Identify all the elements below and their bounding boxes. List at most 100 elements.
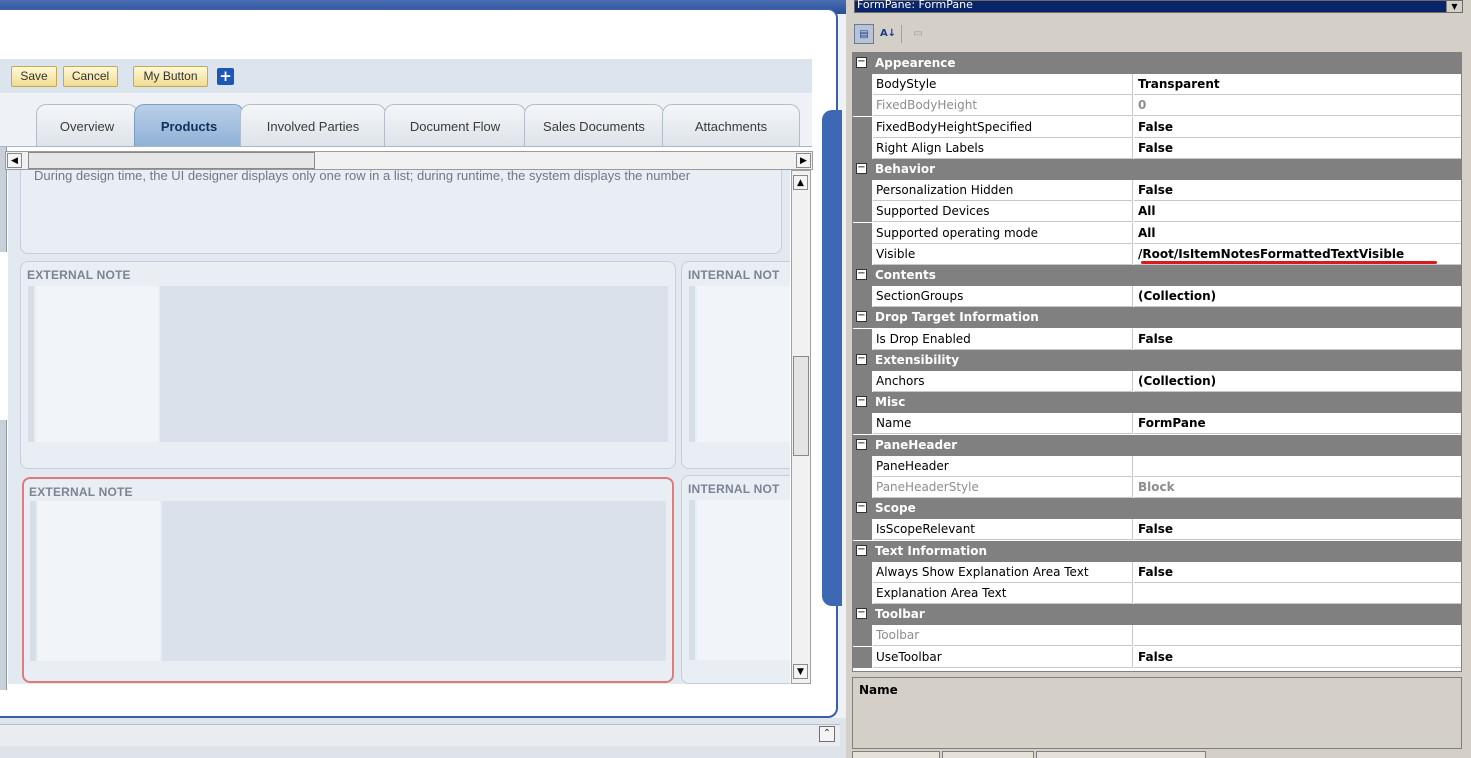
property-row[interactable]: Supported operating mode All — [853, 222, 1461, 244]
dropdown-arrow-icon[interactable]: ▼ — [1446, 1, 1462, 12]
external-note-panel-selected[interactable]: EXTERNAL NOTE — [22, 477, 674, 683]
property-row[interactable]: BodyStyle Transparent — [853, 74, 1461, 96]
property-name[interactable]: Supported Devices — [873, 201, 1133, 223]
external-note-editor[interactable] — [160, 286, 668, 442]
property-row[interactable]: SectionGroups (Collection) — [853, 286, 1461, 308]
property-row[interactable]: FixedBodyHeight 0 — [853, 95, 1461, 117]
collapse-icon[interactable]: − — [856, 311, 867, 323]
property-name[interactable]: Right Align Labels — [873, 137, 1133, 159]
collapse-up-icon[interactable]: ⌃ — [819, 726, 835, 742]
property-value[interactable] — [1134, 456, 1461, 477]
tab-involved-parties[interactable]: Involved Parties — [240, 104, 386, 147]
category-row[interactable]: − Toolbar — [853, 604, 1461, 626]
property-row[interactable]: IsScopeRelevant False — [853, 519, 1461, 541]
category-row[interactable]: − Behavior — [853, 159, 1461, 180]
property-name[interactable]: Supported operating mode — [873, 222, 1133, 244]
property-name[interactable]: Visible — [873, 243, 1133, 265]
property-value[interactable]: Block — [1134, 477, 1461, 498]
collapse-icon[interactable]: − — [856, 163, 867, 174]
property-value[interactable]: Transparent — [1134, 74, 1461, 96]
property-row[interactable]: Is Drop Enabled False — [853, 328, 1461, 350]
save-button[interactable]: Save — [11, 66, 57, 87]
bottom-tab[interactable] — [852, 751, 940, 758]
property-pages-icon[interactable]: ▭ — [908, 24, 928, 44]
property-name[interactable]: FixedBodyHeight — [873, 95, 1133, 117]
internal-note-editor[interactable] — [697, 286, 790, 442]
property-row[interactable]: PaneHeaderStyle Block — [853, 477, 1461, 498]
horizontal-scroll-thumb[interactable] — [28, 152, 315, 169]
property-value[interactable]: False — [1134, 329, 1461, 350]
property-name[interactable]: Is Drop Enabled — [873, 328, 1133, 350]
plus-icon[interactable]: + — [217, 68, 234, 85]
property-row[interactable]: Personalization Hidden False — [853, 180, 1461, 202]
cancel-button[interactable]: Cancel — [63, 66, 118, 87]
property-name[interactable]: Always Show Explanation Area Text — [873, 561, 1133, 583]
property-value[interactable] — [1134, 625, 1461, 647]
collapse-icon[interactable]: − — [856, 608, 867, 620]
categorized-icon[interactable]: ▤ — [854, 24, 874, 44]
bottom-tab[interactable] — [942, 751, 1034, 758]
tab-document-flow[interactable]: Document Flow — [384, 104, 526, 147]
property-value[interactable]: False — [1134, 117, 1461, 138]
property-value[interactable]: FormPane — [1134, 413, 1461, 435]
scroll-left-icon[interactable]: ◀ — [7, 153, 22, 168]
property-row[interactable]: Toolbar — [853, 625, 1461, 647]
property-row[interactable]: Right Align Labels False — [853, 137, 1461, 159]
collapse-icon[interactable]: − — [856, 353, 867, 365]
object-selector[interactable]: FormPane: FormPane ▼ — [854, 0, 1463, 13]
bottom-tab[interactable] — [1036, 751, 1206, 758]
collapse-icon[interactable]: − — [856, 57, 867, 68]
property-row[interactable]: Explanation Area Text — [853, 583, 1461, 604]
property-value[interactable]: 0 — [1134, 95, 1461, 117]
internal-note-panel[interactable]: INTERNAL NOT — [681, 475, 790, 684]
property-row[interactable]: PaneHeader — [853, 455, 1461, 477]
vertical-scroll-thumb[interactable] — [793, 356, 809, 456]
property-row[interactable]: FixedBodyHeightSpecified False — [853, 116, 1461, 138]
category-row[interactable]: − Contents — [853, 265, 1461, 286]
scroll-right-icon[interactable]: ▶ — [796, 153, 811, 168]
external-note-panel[interactable]: EXTERNAL NOTE — [20, 261, 676, 469]
category-row[interactable]: − PaneHeader — [853, 434, 1461, 456]
category-row[interactable]: − Appearence — [853, 53, 1461, 74]
tab-overview[interactable]: Overview — [36, 104, 138, 147]
property-name[interactable]: FixedBodyHeightSpecified — [873, 116, 1133, 138]
property-value[interactable]: False — [1134, 647, 1461, 668]
property-name[interactable]: IsScopeRelevant — [873, 519, 1133, 541]
my-button[interactable]: My Button — [133, 66, 208, 87]
property-value[interactable]: (Collection) — [1134, 286, 1461, 308]
category-row[interactable]: − Extensibility — [853, 349, 1461, 371]
internal-note-panel[interactable]: INTERNAL NOT — [681, 261, 790, 469]
property-name[interactable]: BodyStyle — [873, 74, 1133, 96]
property-name[interactable]: PaneHeader — [873, 455, 1133, 477]
category-row[interactable]: − Drop Target Information — [853, 307, 1461, 329]
collapse-icon[interactable]: − — [856, 396, 867, 408]
property-name[interactable]: PaneHeaderStyle — [873, 477, 1133, 498]
property-value[interactable]: False — [1134, 138, 1461, 159]
internal-note-editor[interactable] — [697, 500, 790, 660]
property-name[interactable]: Personalization Hidden — [873, 180, 1133, 202]
property-value[interactable] — [1134, 583, 1461, 604]
property-row[interactable]: UseToolbar False — [853, 646, 1461, 668]
collapse-icon[interactable]: − — [856, 544, 867, 556]
property-value[interactable]: False — [1134, 180, 1461, 202]
scroll-up-icon[interactable]: ▲ — [793, 175, 808, 190]
category-row[interactable]: − Scope — [853, 498, 1461, 520]
property-value[interactable]: False — [1134, 562, 1461, 583]
property-value[interactable]: All — [1134, 201, 1461, 223]
property-value[interactable]: All — [1134, 223, 1461, 244]
collapse-icon[interactable]: − — [856, 502, 867, 514]
tab-products[interactable]: Products — [134, 104, 244, 147]
property-value[interactable]: False — [1134, 519, 1461, 541]
property-row[interactable]: Always Show Explanation Area Text False — [853, 561, 1461, 583]
tab-attachments[interactable]: Attachments — [662, 104, 800, 147]
property-name[interactable]: Name — [873, 413, 1133, 435]
property-name[interactable]: Explanation Area Text — [873, 583, 1133, 604]
property-name[interactable]: Anchors — [873, 371, 1133, 392]
external-note-editor[interactable] — [162, 501, 666, 661]
property-name[interactable]: Toolbar — [873, 625, 1133, 647]
property-name[interactable]: UseToolbar — [873, 646, 1133, 668]
alphabetical-icon[interactable]: A↓ — [878, 24, 898, 44]
tab-sales-documents[interactable]: Sales Documents — [524, 104, 664, 147]
category-row[interactable]: − Misc — [853, 392, 1461, 414]
collapse-icon[interactable]: − — [856, 269, 867, 280]
